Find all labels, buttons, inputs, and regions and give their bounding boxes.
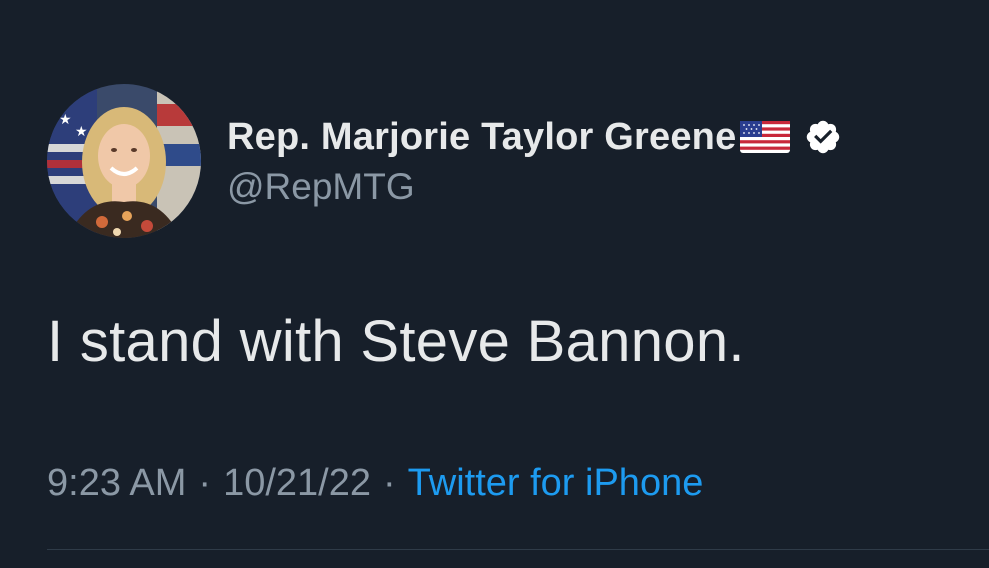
svg-text:★: ★ xyxy=(75,124,88,140)
tweet-meta-row: 9:23 AM · 10/21/22 · Twitter for iPhone xyxy=(47,462,703,505)
author-handle[interactable]: @RepMTG xyxy=(227,166,415,208)
tweet-date[interactable]: 10/21/22 xyxy=(223,462,371,505)
avatar[interactable]: ★ ★ xyxy=(47,84,201,238)
verified-badge-icon[interactable] xyxy=(804,118,842,156)
author-name-row[interactable]: Rep. Marjorie Taylor Greene xyxy=(227,110,842,164)
author-display-name[interactable]: Rep. Marjorie Taylor Greene xyxy=(227,116,736,159)
tweet-source-link[interactable]: Twitter for iPhone xyxy=(408,462,704,505)
svg-text:★: ★ xyxy=(59,112,72,128)
avatar-image: ★ ★ xyxy=(47,84,201,238)
tweet-time[interactable]: 9:23 AM xyxy=(47,462,186,505)
tweet-text: I stand with Steve Bannon. xyxy=(47,309,745,374)
tweet-detail-screen: ★ ★ Rep. Marjorie Taylor Greene @RepMTG … xyxy=(0,0,989,568)
meta-separator: · xyxy=(198,462,212,504)
divider xyxy=(47,549,989,550)
meta-separator: · xyxy=(383,462,396,504)
flag-us-icon xyxy=(740,121,791,153)
